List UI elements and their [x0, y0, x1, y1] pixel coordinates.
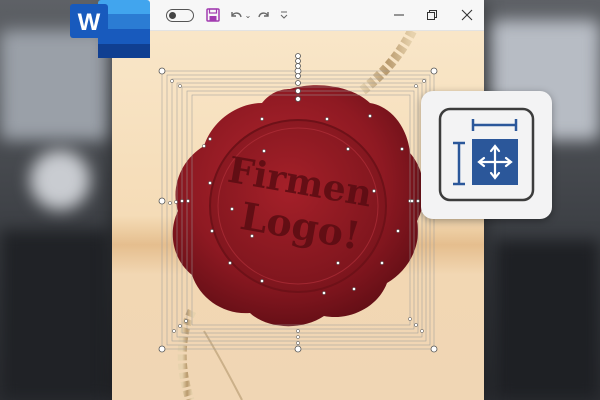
wax-seal-image[interactable]: Firmen Logo!: [172, 85, 424, 327]
title-bar: ⌄: [112, 0, 484, 31]
customize-qat-icon[interactable]: [278, 5, 290, 25]
word-logo-letter: W: [78, 9, 101, 36]
redo-icon[interactable]: [255, 5, 273, 25]
autosave-toggle[interactable]: [166, 9, 194, 22]
undo-dropdown-icon[interactable]: ⌄: [243, 5, 253, 25]
minimize-icon[interactable]: [389, 5, 409, 25]
background-blur: [0, 230, 110, 400]
background-blur: [495, 240, 600, 400]
save-icon[interactable]: [204, 5, 222, 25]
close-icon[interactable]: [457, 5, 477, 25]
move-resize-card: [421, 91, 552, 219]
word-logo: W: [70, 0, 150, 58]
background-blur: [30, 150, 90, 210]
restore-icon[interactable]: [422, 5, 442, 25]
